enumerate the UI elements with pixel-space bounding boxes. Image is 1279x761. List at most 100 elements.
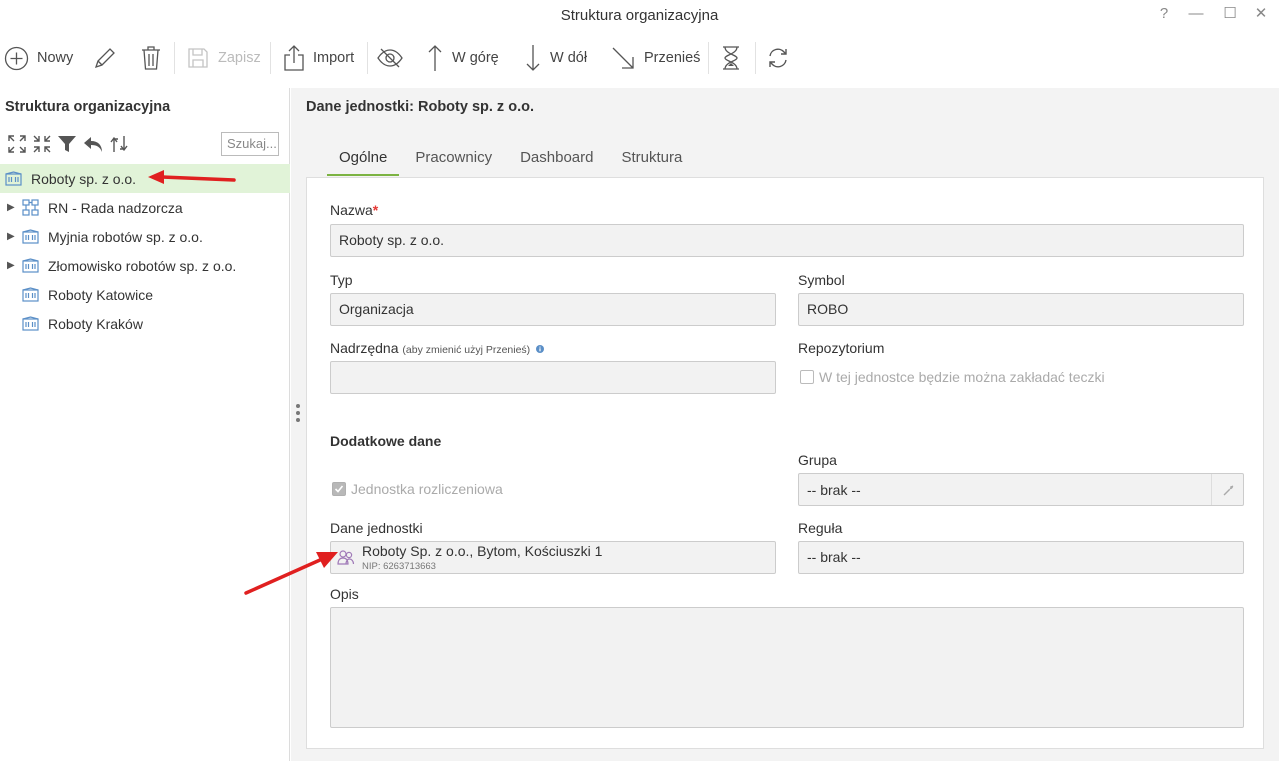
unit-data-value: Roboty Sp. z o.o., Bytom, Kościuszki 1	[362, 543, 603, 559]
import-button-label: Import	[313, 50, 355, 66]
symbol-field[interactable]: ROBO	[798, 293, 1244, 326]
description-label: Opis	[330, 586, 359, 602]
toggle-visibility-button[interactable]	[376, 36, 404, 80]
tab-dashboard[interactable]: Dashboard	[508, 146, 605, 176]
tree-node-krakow[interactable]: Roboty Kraków	[0, 309, 290, 338]
tree-toolbar	[7, 134, 129, 154]
extra-data-heading: Dodatkowe dane	[330, 433, 442, 449]
tree-node-label: Myjnia robotów sp. z o.o.	[48, 228, 203, 245]
tab-structure[interactable]: Struktura	[609, 146, 694, 176]
upload-icon	[284, 45, 304, 71]
tree-search-input[interactable]: Szukaj...	[221, 132, 279, 156]
tree-node-label: RN - Rada nadzorcza	[48, 199, 183, 216]
tree-node-rn[interactable]: ▶ RN - Rada nadzorcza	[0, 193, 290, 222]
plus-circle-icon	[4, 46, 29, 70]
group-settings-button[interactable]	[1211, 474, 1243, 505]
new-button[interactable]: Nowy	[4, 36, 73, 80]
tree-node-myjnia[interactable]: ▶ Myjnia robotów sp. z o.o.	[0, 222, 290, 251]
toolbar-divider	[755, 42, 756, 74]
general-form: Nazwa* Roboty sp. z o.o. Typ Organizacja…	[306, 177, 1264, 749]
tree-node-label: Złomowisko robotów sp. z o.o.	[48, 257, 237, 274]
expand-caret-icon[interactable]: ▶	[7, 202, 17, 213]
toolbar-divider	[270, 42, 271, 74]
panel-splitter[interactable]	[296, 404, 301, 425]
move-down-label: W dół	[550, 50, 588, 66]
type-field[interactable]: Organizacja	[330, 293, 776, 326]
close-icon[interactable]: ✕	[1251, 4, 1271, 24]
delete-button[interactable]	[139, 36, 163, 80]
symbol-label: Symbol	[798, 272, 845, 288]
rule-field[interactable]: -- brak --	[798, 541, 1244, 574]
building-icon	[22, 258, 39, 273]
save-button[interactable]: Zapisz	[186, 36, 261, 80]
edit-button[interactable]	[92, 36, 118, 80]
tree-node-katowice[interactable]: Roboty Katowice	[0, 280, 290, 309]
sync-icon[interactable]	[109, 134, 129, 154]
import-button[interactable]: Import	[283, 36, 354, 80]
repository-checkbox-label: W tej jednostce będzie można zakładać te…	[819, 369, 1105, 385]
save-button-label: Zapisz	[218, 50, 261, 66]
collapse-all-icon[interactable]	[32, 134, 52, 154]
building-icon	[22, 229, 39, 244]
undo-icon[interactable]	[82, 134, 104, 154]
details-tabs: Ogólne Pracownicy Dashboard Struktura	[327, 146, 698, 176]
unit-data-field[interactable]: Roboty Sp. z o.o., Bytom, Kościuszki 1 N…	[330, 541, 776, 574]
expand-all-icon[interactable]	[7, 134, 27, 154]
tree-node-zlomowisko[interactable]: ▶ Złomowisko robotów sp. z o.o.	[0, 251, 290, 280]
tree-node-roboty[interactable]: Roboty sp. z o.o.	[0, 164, 290, 193]
description-field[interactable]	[330, 607, 1244, 728]
toolbar: Nowy Zapisz Import W górę W dół Przenieś	[0, 36, 1279, 80]
repository-checkbox[interactable]: W tej jednostce będzie można zakładać te…	[800, 369, 1105, 385]
name-field[interactable]: Roboty sp. z o.o.	[330, 224, 1244, 257]
building-icon	[22, 316, 39, 331]
arrow-up-icon	[428, 45, 442, 71]
arrow-diagonal-icon	[612, 47, 634, 69]
tree-node-label: Roboty Katowice	[48, 286, 154, 303]
refresh-icon	[769, 48, 787, 68]
unit-data-label: Dane jednostki	[330, 520, 423, 536]
wrench-icon	[1222, 485, 1233, 495]
org-tree: Roboty sp. z o.o. ▶ RN - Rada nadzorcza …	[0, 164, 290, 338]
name-label: Nazwa*	[330, 202, 378, 218]
eye-slash-icon	[377, 48, 403, 68]
refresh-button[interactable]	[766, 36, 790, 80]
repository-label: Repozytorium	[798, 340, 885, 356]
toolbar-divider	[367, 42, 368, 74]
move-button[interactable]: Przenieś	[610, 36, 700, 80]
filter-icon[interactable]	[57, 134, 77, 154]
toolbar-divider	[708, 42, 709, 74]
checkbox-box[interactable]	[332, 482, 346, 496]
tab-employees[interactable]: Pracownicy	[403, 146, 504, 176]
checkmark-icon	[334, 485, 344, 493]
details-panel: Dane jednostki: Roboty sp. z o.o. Ogólne…	[291, 88, 1279, 761]
window-title: Struktura organizacyjna	[560, 7, 719, 24]
checkbox-box[interactable]	[800, 370, 814, 384]
move-up-button[interactable]: W górę	[426, 36, 499, 80]
group-select[interactable]: -- brak --	[798, 473, 1244, 506]
app-window: Struktura organizacyjna ? — ☐ ✕ Nowy Zap…	[0, 0, 1279, 761]
billing-unit-checkbox[interactable]: Jednostka rozliczeniowa	[332, 481, 503, 497]
tab-general[interactable]: Ogólne	[327, 146, 400, 176]
expand-caret-icon[interactable]: ▶	[7, 260, 17, 271]
expand-caret-icon[interactable]: ▶	[7, 231, 17, 242]
title-bar: Struktura organizacyjna ? — ☐ ✕	[0, 0, 1279, 32]
tree-node-label: Roboty Kraków	[48, 315, 143, 332]
parent-field[interactable]	[330, 361, 776, 394]
tree-panel: Struktura organizacyjna Szukaj... Roboty…	[0, 88, 290, 761]
parent-label-text: Nadrzędna	[330, 340, 399, 356]
hourglass-icon	[723, 46, 739, 70]
floppy-disk-icon	[188, 48, 208, 68]
minimize-icon[interactable]: —	[1186, 4, 1206, 24]
type-label: Typ	[330, 272, 353, 288]
details-heading: Dane jednostki: Roboty sp. z o.o.	[306, 99, 534, 115]
trash-icon	[142, 46, 160, 70]
required-marker: *	[372, 202, 379, 218]
move-down-button[interactable]: W dół	[524, 36, 587, 80]
info-icon[interactable]	[536, 345, 545, 353]
tree-node-label: Roboty sp. z o.o.	[31, 170, 137, 187]
parent-hint: (aby zmienić użyj Przenieś)	[402, 344, 531, 356]
history-button[interactable]	[720, 36, 742, 80]
help-icon[interactable]: ?	[1154, 4, 1174, 24]
arrow-down-icon	[526, 45, 540, 71]
maximize-icon[interactable]: ☐	[1220, 4, 1240, 24]
